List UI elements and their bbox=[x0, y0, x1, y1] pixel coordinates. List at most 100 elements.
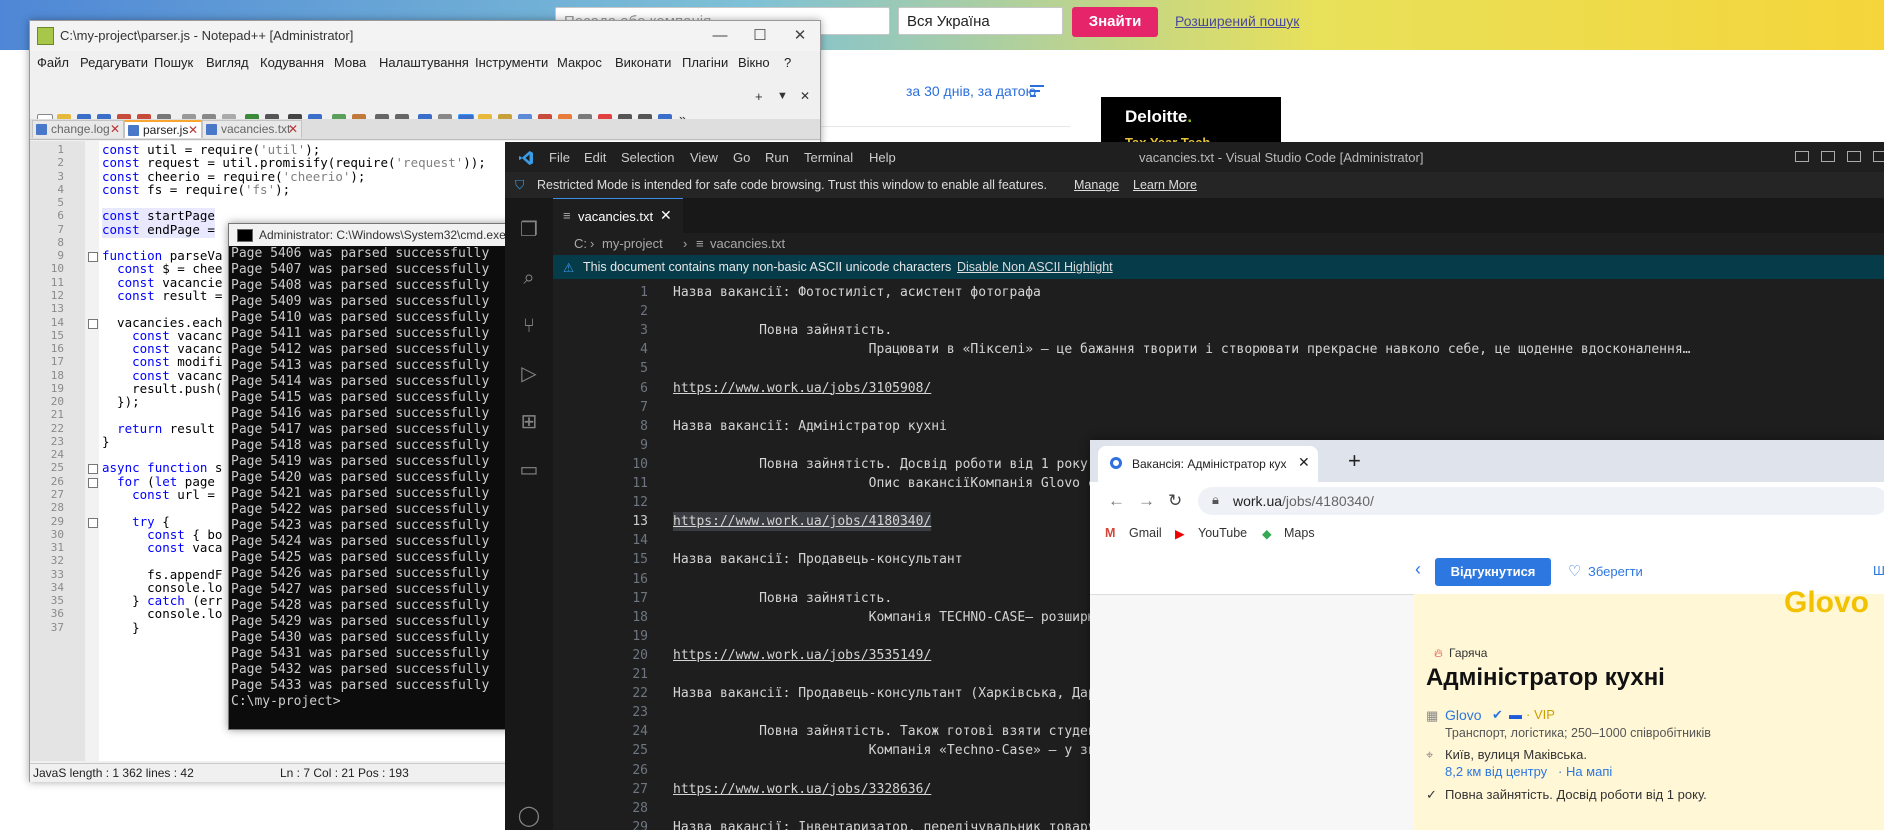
apply-button[interactable]: Відгукнутися bbox=[1435, 558, 1551, 586]
menu-macro[interactable]: Макрос bbox=[557, 55, 602, 70]
share-cut-text[interactable]: Ш bbox=[1873, 563, 1884, 578]
notepadpp-titlebar[interactable]: C:\my-project\parser.js - Notepad++ [Adm… bbox=[30, 21, 820, 51]
chevron-left-icon[interactable]: ‹ bbox=[1415, 559, 1421, 580]
manage-link[interactable]: Manage bbox=[1074, 178, 1119, 192]
back-arrow-icon[interactable]: ← bbox=[1108, 491, 1125, 511]
menu-go[interactable]: Go bbox=[733, 150, 750, 165]
close-tab-icon[interactable]: ✕ bbox=[660, 207, 672, 224]
menu-file[interactable]: File bbox=[549, 150, 570, 165]
menu-view[interactable]: View bbox=[690, 150, 718, 165]
breadcrumb: C: › my-project › ≡ vacancies.txt bbox=[553, 233, 1884, 255]
tab-vacancies-txt[interactable]: ≡ vacancies.txt ✕ bbox=[553, 198, 683, 234]
bookmark-gmail[interactable]: Gmail bbox=[1129, 526, 1162, 540]
menu-file[interactable]: Файл bbox=[37, 55, 69, 70]
extensions-icon[interactable]: ⊞ bbox=[517, 410, 541, 434]
remote-explorer-icon[interactable]: ▭ bbox=[517, 458, 541, 482]
close-tab-icon[interactable]: ✕ bbox=[188, 122, 198, 139]
site-info-icon[interactable]: 🔒︎ bbox=[1212, 492, 1219, 508]
menu-settings[interactable]: Налаштування bbox=[379, 55, 469, 70]
explorer-icon[interactable]: ❐ bbox=[517, 218, 541, 242]
toggle-sidebar-icon[interactable] bbox=[1795, 151, 1809, 162]
region-input[interactable]: Вся Україна bbox=[898, 7, 1063, 35]
menu-plugins[interactable]: Плагіни bbox=[682, 55, 728, 70]
toggle-secondary-sidebar-icon[interactable] bbox=[1847, 151, 1861, 162]
source-control-icon[interactable]: ⑂ bbox=[517, 314, 541, 338]
menu-edit[interactable]: Редагувати bbox=[80, 55, 148, 70]
menu-selection[interactable]: Selection bbox=[621, 150, 674, 165]
menu-run[interactable]: Run bbox=[765, 150, 789, 165]
non-ascii-warning-bar: ⚠ This document contains many non-basic … bbox=[553, 255, 1884, 279]
run-debug-icon[interactable]: ▷ bbox=[517, 362, 541, 386]
sort-icon[interactable] bbox=[1030, 85, 1044, 100]
bookmark-maps[interactable]: Maps bbox=[1284, 526, 1315, 540]
close-doc-icon[interactable]: ✕ bbox=[800, 89, 810, 103]
close-tab-icon[interactable]: ✕ bbox=[110, 121, 120, 138]
company-link[interactable]: Glovo bbox=[1445, 707, 1482, 723]
tab-parser-js[interactable]: parser.js ✕ bbox=[124, 120, 202, 138]
vscode-titlebar[interactable]: File Edit Selection View Go Run Terminal… bbox=[505, 142, 1884, 172]
filter-sort-link[interactable]: за 30 днів, за датою bbox=[906, 83, 1036, 99]
menu-tools[interactable]: Інструменти bbox=[475, 55, 548, 70]
hot-badge: Гаряча bbox=[1449, 646, 1488, 660]
cmd-app-icon bbox=[237, 229, 253, 242]
menu-search[interactable]: Пошук bbox=[154, 55, 193, 70]
text-line: Компанія «Techno-Case» — у зв’ bbox=[673, 743, 1104, 759]
vacancy-url-line[interactable]: https://www.work.ua/jobs/3105908/ bbox=[673, 379, 931, 398]
distance-link[interactable]: 8,2 км від центру bbox=[1445, 764, 1547, 779]
vacancy-url-line[interactable]: https://www.work.ua/jobs/3535149/ bbox=[673, 646, 931, 665]
cmd-output-line: Page 5410 was parsed successfully bbox=[231, 310, 490, 325]
menu-edit[interactable]: Edit bbox=[584, 150, 606, 165]
employment-info: Повна зайнятість. Досвід роботи від 1 ро… bbox=[1445, 787, 1707, 802]
learn-more-link[interactable]: Learn More bbox=[1133, 178, 1197, 192]
disable-non-ascii-highlight-link[interactable]: Disable Non ASCII Highlight bbox=[957, 260, 1113, 274]
menu-help[interactable]: Help bbox=[869, 150, 896, 165]
tab-change-log[interactable]: change.log ✕ bbox=[32, 120, 124, 138]
tab-vacancies-txt[interactable]: vacancies.txt ✕ bbox=[202, 120, 302, 138]
dropdown-icon[interactable]: ▼ bbox=[777, 90, 788, 102]
breadcrumb-drive[interactable]: C: bbox=[574, 236, 587, 251]
close-tab-icon[interactable]: ✕ bbox=[288, 121, 298, 138]
fold-toggle-icon[interactable] bbox=[88, 517, 98, 528]
menu-window[interactable]: Вікно bbox=[738, 55, 770, 70]
fold-toggle-icon[interactable] bbox=[88, 464, 98, 475]
save-vacancy-button[interactable]: Зберегти bbox=[1588, 564, 1643, 579]
line-number: 13 bbox=[632, 514, 648, 530]
close-icon[interactable]: ✕ bbox=[780, 25, 820, 47]
customize-layout-icon[interactable] bbox=[1873, 151, 1884, 162]
address-bar[interactable]: 🔒︎ work.ua/jobs/4180340/ bbox=[1198, 487, 1884, 515]
add-icon[interactable]: + bbox=[755, 89, 763, 104]
bookmark-youtube[interactable]: YouTube bbox=[1198, 526, 1247, 540]
breadcrumb-folder[interactable]: my-project bbox=[602, 236, 663, 251]
new-tab-icon[interactable]: + bbox=[1348, 448, 1361, 474]
reload-icon[interactable]: ↻ bbox=[1168, 491, 1182, 511]
menu-terminal[interactable]: Terminal bbox=[804, 150, 853, 165]
accounts-icon[interactable]: ◯ bbox=[517, 804, 541, 828]
menu-help[interactable]: ? bbox=[784, 55, 791, 70]
advanced-search-link[interactable]: Розширений пошук bbox=[1175, 13, 1299, 29]
line-number: 20 bbox=[632, 647, 648, 663]
chrome-window[interactable]: Вакансія: Адміністратор кухні, к ✕ + ← →… bbox=[1090, 440, 1884, 830]
notepadpp-menubar: Файл Редагувати Пошук Вигляд Кодування М… bbox=[30, 51, 820, 73]
close-tab-icon[interactable]: ✕ bbox=[1298, 454, 1310, 471]
search-button[interactable]: Знайти bbox=[1072, 7, 1158, 37]
heart-icon[interactable]: ♡ bbox=[1568, 562, 1581, 580]
vacancy-url-line[interactable]: https://www.work.ua/jobs/4180340/ bbox=[673, 512, 932, 532]
breadcrumb-file[interactable]: vacancies.txt bbox=[710, 236, 785, 251]
minimize-icon[interactable]: — bbox=[700, 25, 740, 47]
vacancy-url-line[interactable]: https://www.work.ua/jobs/3328636/ bbox=[673, 780, 931, 799]
menu-encoding[interactable]: Кодування bbox=[260, 55, 324, 70]
toggle-panel-icon[interactable] bbox=[1821, 151, 1835, 162]
cmd-output-line: Page 5419 was parsed successfully bbox=[231, 454, 490, 469]
maximize-icon[interactable]: ☐ bbox=[740, 25, 780, 47]
fold-toggle-icon[interactable] bbox=[88, 477, 98, 488]
fold-toggle-icon[interactable] bbox=[88, 252, 98, 263]
menu-run[interactable]: Виконати bbox=[615, 55, 671, 70]
fold-toggle-icon[interactable] bbox=[88, 318, 98, 329]
menu-view[interactable]: Вигляд bbox=[206, 55, 249, 70]
forward-arrow-icon[interactable]: → bbox=[1138, 491, 1155, 511]
search-icon[interactable]: ⌕ bbox=[517, 266, 541, 290]
cmd-prompt[interactable]: C:\my-project> bbox=[231, 694, 341, 710]
on-map-link[interactable]: · На мапі bbox=[1558, 764, 1612, 779]
chrome-tab-vacancy[interactable]: Вакансія: Адміністратор кухні, к ✕ bbox=[1098, 446, 1318, 482]
menu-language[interactable]: Мова bbox=[334, 55, 366, 70]
